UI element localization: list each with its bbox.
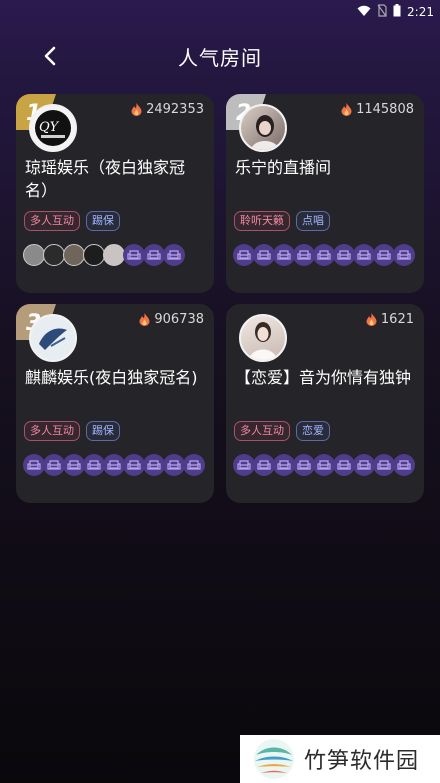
seat-row (23, 244, 185, 266)
heat-count: 2492353 (131, 102, 204, 117)
empty-seat-sofa-icon[interactable] (293, 244, 315, 266)
tag: 多人互动 (24, 211, 80, 231)
status-icons: 2:21 (357, 2, 434, 21)
empty-seat-sofa-icon[interactable] (143, 244, 165, 266)
empty-seat-sofa-icon[interactable] (333, 244, 355, 266)
empty-seat-sofa-icon[interactable] (143, 454, 165, 476)
tag-list: 多人互动 踢保 (24, 211, 120, 231)
empty-seat-sofa-icon[interactable] (313, 244, 335, 266)
heat-count: 906738 (139, 312, 204, 327)
room-card-4[interactable]: 1621 【恋爱】音为你情有独钟 多人互动 恋爱 (226, 304, 424, 503)
fire-icon (139, 313, 150, 326)
empty-seat-sofa-icon[interactable] (183, 454, 205, 476)
tag: 恋爱 (296, 421, 330, 441)
avatar (29, 314, 77, 362)
empty-seat-sofa-icon[interactable] (353, 244, 375, 266)
status-time: 2:21 (407, 4, 434, 19)
room-card-1[interactable]: 1 QY 2492353 琼瑶娱乐（夜白独家冠名） 多人互动 踢保 (16, 94, 214, 293)
heat-count: 1145808 (341, 102, 414, 117)
seat-row (233, 244, 415, 266)
empty-seat-sofa-icon[interactable] (233, 244, 255, 266)
empty-seat-sofa-icon[interactable] (83, 454, 105, 476)
heat-value: 1145808 (356, 102, 414, 117)
battery-icon (393, 2, 401, 21)
avatar (239, 104, 287, 152)
header: 人气房间 (0, 36, 440, 76)
empty-seat-sofa-icon[interactable] (23, 454, 45, 476)
watermark-text: 竹笋软件园 (304, 749, 420, 774)
empty-seat-sofa-icon[interactable] (233, 454, 255, 476)
empty-seat-sofa-icon[interactable] (393, 454, 415, 476)
tag-list: 聆听天籁 点唱 (234, 211, 330, 231)
tag: 多人互动 (24, 421, 80, 441)
status-bar: 2:21 (0, 0, 440, 20)
empty-seat-sofa-icon[interactable] (103, 454, 125, 476)
page-title: 人气房间 (178, 46, 262, 70)
seat-user-avatar[interactable] (43, 244, 65, 266)
empty-seat-sofa-icon[interactable] (253, 244, 275, 266)
room-name: 乐宁的直播间 (235, 158, 332, 177)
room-name: 【恋爱】音为你情有独钟 (235, 368, 412, 387)
no-sim-icon (377, 2, 387, 21)
empty-seat-sofa-icon[interactable] (313, 454, 335, 476)
empty-seat-sofa-icon[interactable] (353, 454, 375, 476)
seat-row (23, 454, 205, 476)
tag: 踢保 (86, 421, 120, 441)
tag: 多人互动 (234, 421, 290, 441)
svg-text:QY: QY (39, 120, 60, 135)
seat-user-avatar[interactable] (63, 244, 85, 266)
seat-user-avatar[interactable] (103, 244, 125, 266)
fire-icon (366, 313, 377, 326)
tag: 聆听天籁 (234, 211, 290, 231)
tag: 踢保 (86, 211, 120, 231)
heat-count: 1621 (366, 312, 414, 327)
empty-seat-sofa-icon[interactable] (333, 454, 355, 476)
empty-seat-sofa-icon[interactable] (373, 244, 395, 266)
fire-icon (341, 103, 352, 116)
empty-seat-sofa-icon[interactable] (273, 244, 295, 266)
empty-seat-sofa-icon[interactable] (273, 454, 295, 476)
room-name: 琼瑶娱乐（夜白独家冠名） (25, 158, 186, 200)
avatar (239, 314, 287, 362)
room-card-2[interactable]: 2 1145808 乐宁的直播间 聆听天籁 点唱 (226, 94, 424, 293)
empty-seat-sofa-icon[interactable] (63, 454, 85, 476)
heat-value: 1621 (380, 312, 414, 327)
heat-value: 2492353 (146, 102, 204, 117)
tag-list: 多人互动 恋爱 (234, 421, 330, 441)
empty-seat-sofa-icon[interactable] (163, 454, 185, 476)
empty-seat-sofa-icon[interactable] (373, 454, 395, 476)
seat-user-avatar[interactable] (23, 244, 45, 266)
avatar: QY (29, 104, 77, 152)
empty-seat-sofa-icon[interactable] (43, 454, 65, 476)
empty-seat-sofa-icon[interactable] (123, 244, 145, 266)
room-card-3[interactable]: 3 906738 麒麟娱乐(夜白独家冠名) 多人互动 踢保 (16, 304, 214, 503)
empty-seat-sofa-icon[interactable] (123, 454, 145, 476)
heat-value: 906738 (154, 312, 204, 327)
empty-seat-sofa-icon[interactable] (163, 244, 185, 266)
wifi-icon (357, 2, 371, 21)
bamboo-logo-icon (254, 739, 294, 779)
tag: 点唱 (296, 211, 330, 231)
watermark: 竹笋软件园 (240, 735, 440, 783)
empty-seat-sofa-icon[interactable] (293, 454, 315, 476)
seat-user-avatar[interactable] (83, 244, 105, 266)
room-name: 麒麟娱乐(夜白独家冠名) (25, 368, 198, 387)
tag-list: 多人互动 踢保 (24, 421, 120, 441)
empty-seat-sofa-icon[interactable] (393, 244, 415, 266)
fire-icon (131, 103, 142, 116)
seat-row (233, 454, 415, 476)
empty-seat-sofa-icon[interactable] (253, 454, 275, 476)
